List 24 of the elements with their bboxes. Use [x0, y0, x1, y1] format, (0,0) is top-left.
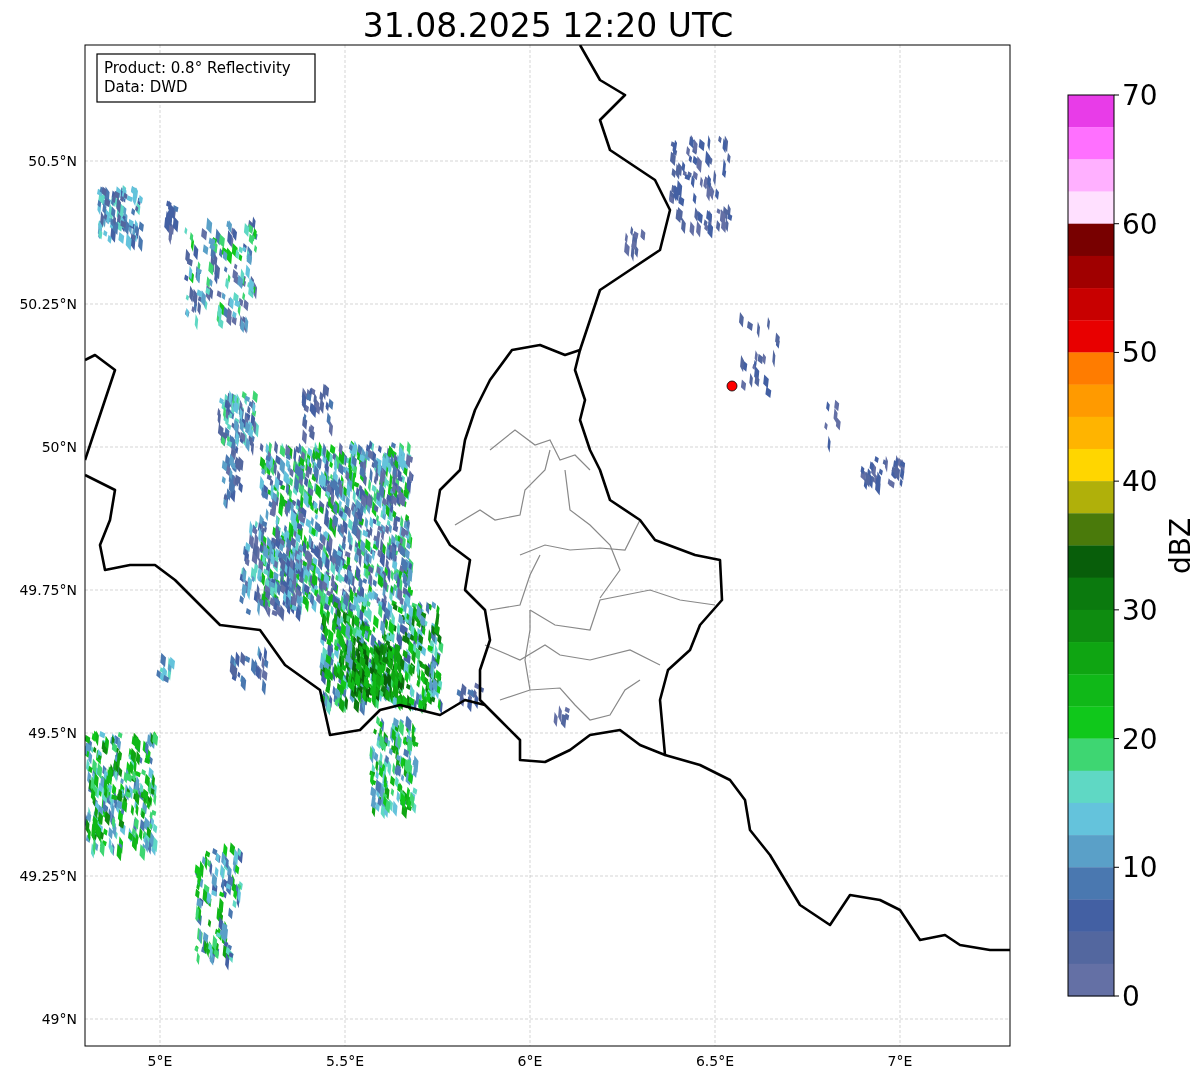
longitude-label: 5°E [147, 1053, 173, 1069]
colorbar-tick-label: 60 [1122, 207, 1158, 241]
colorbar-tick-label: 20 [1122, 722, 1158, 756]
latitude-label: 49.5°N [28, 725, 77, 741]
chart-title: 31.08.2025 12:20 UTC [362, 6, 734, 45]
legend-text: Product: 0.8° Reflectivity [104, 59, 291, 77]
latitude-label: 50°N [41, 439, 77, 455]
latitude-label: 50.5°N [28, 153, 77, 169]
latitude-label: 49.75°N [19, 582, 77, 598]
longitude-label: 5.5°E [325, 1053, 365, 1069]
colorbar-tick-label: 50 [1122, 336, 1158, 370]
legend-text: Data: DWD [104, 78, 188, 96]
colorbar-tick-label: 40 [1122, 465, 1158, 499]
latitude-label: 49°N [41, 1011, 77, 1027]
colorbar-label: dBZ [1164, 517, 1197, 575]
colorbar-tick-label: 10 [1122, 851, 1158, 885]
longitude-label: 6.5°E [695, 1053, 735, 1069]
latitude-label: 50.25°N [19, 296, 77, 312]
colorbar-tick-label: 70 [1122, 79, 1158, 112]
colorbar-tick-label: 0 [1122, 980, 1140, 1013]
longitude-label: 7°E [887, 1053, 913, 1069]
colorbar-tick-label: 30 [1122, 593, 1158, 627]
longitude-label: 6°E [517, 1053, 543, 1069]
latitude-label: 49.25°N [19, 868, 77, 884]
